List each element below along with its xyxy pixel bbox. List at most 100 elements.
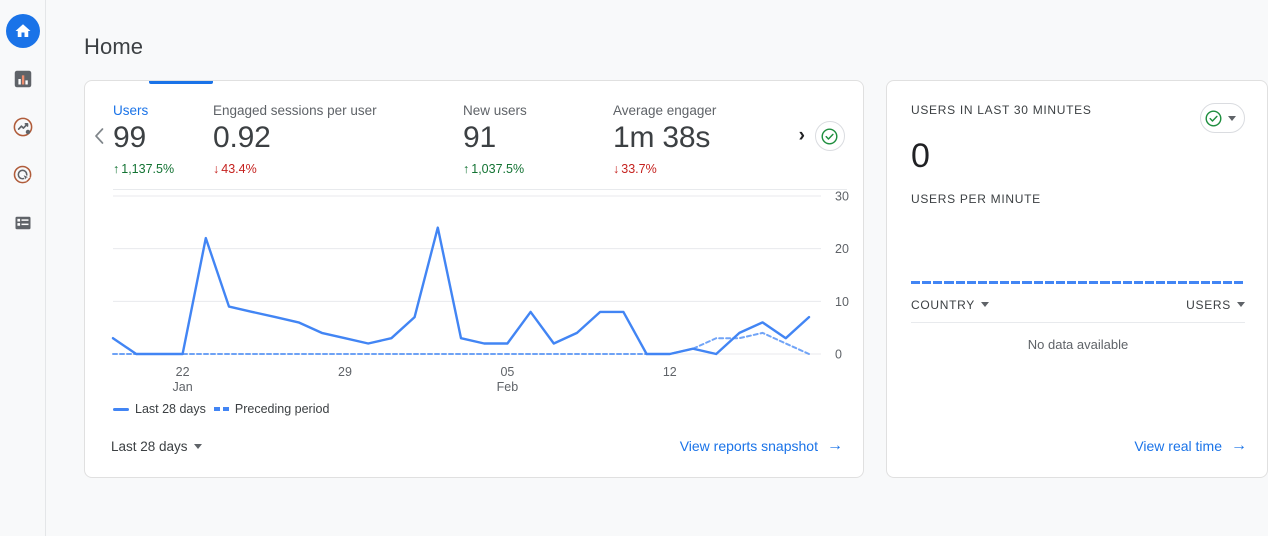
legend-item-preceding: Preceding period	[214, 402, 330, 416]
users-per-minute-bar	[911, 281, 920, 284]
overview-card-footer: Last 28 days View reports snapshot →	[85, 415, 863, 477]
column-header-country[interactable]: COUNTRY	[911, 298, 989, 312]
chart-canvas: 010203022Jan2905Feb12	[85, 190, 864, 396]
svg-text:Jan: Jan	[173, 380, 193, 394]
metrics-strip: Users 99 ↑1,137.5% Engaged sessions per …	[85, 81, 863, 189]
metric-tab-engaged-sessions-per-user[interactable]: Engaged sessions per user 0.92 ↓43.4%	[213, 103, 463, 176]
page-title: Home	[46, 0, 1268, 60]
check-circle-icon	[1204, 109, 1223, 128]
delta-arrow-icon: ↓	[213, 162, 219, 176]
view-reports-snapshot-link[interactable]: View reports snapshot →	[680, 437, 843, 455]
realtime-status-badge[interactable]	[1200, 103, 1245, 133]
legend-dashed-swatch	[214, 407, 229, 411]
users-line-chart[interactable]: 010203022Jan2905Feb12	[85, 190, 864, 396]
users-per-minute-bar	[1112, 281, 1121, 284]
date-range-selector[interactable]: Last 28 days	[111, 439, 202, 454]
svg-text:22: 22	[176, 365, 190, 379]
realtime-empty-message: No data available	[911, 323, 1245, 352]
metric-delta: ↓33.7%	[613, 162, 767, 176]
metric-value: 1m 38s	[613, 121, 767, 156]
users-per-minute-bar	[956, 281, 965, 284]
metric-label: Average engager	[613, 103, 767, 118]
explore-icon	[12, 116, 34, 138]
users-per-minute-bar	[1167, 281, 1176, 284]
chevron-left-icon	[93, 127, 106, 145]
home-icon	[14, 22, 32, 40]
metrics-prev-button[interactable]	[85, 103, 113, 145]
library-icon	[13, 213, 33, 233]
chevron-down-icon	[1228, 116, 1236, 121]
main-content: Home Users 99 ↑1,137.5%	[46, 0, 1268, 536]
date-range-label: Last 28 days	[111, 439, 188, 454]
metric-tab-new-users[interactable]: New users 91 ↑1,037.5%	[463, 103, 613, 176]
metric-tab-average-engagement-time[interactable]: Average engager 1m 38s ↓33.7%	[613, 103, 773, 176]
chart-legend: Last 28 days Preceding period	[85, 396, 863, 416]
delta-arrow-icon: ↑	[463, 162, 469, 176]
metrics-right-controls: ›	[799, 103, 863, 151]
metric-delta: ↑1,037.5%	[463, 162, 607, 176]
users-per-minute-bar	[1145, 281, 1154, 284]
svg-text:05: 05	[500, 365, 514, 379]
users-per-minute-bar	[1022, 281, 1031, 284]
primary-nav-rail	[0, 0, 46, 536]
chevron-down-icon	[1237, 302, 1245, 307]
users-per-minute-bar	[1034, 281, 1043, 284]
metric-delta: ↑1,137.5%	[113, 162, 207, 176]
users-per-minute-bar	[1089, 281, 1098, 284]
svg-text:10: 10	[835, 295, 849, 309]
bar-chart-icon	[12, 68, 34, 90]
svg-text:30: 30	[835, 190, 849, 204]
sidebar-item-library[interactable]	[6, 206, 40, 240]
users-per-minute-bar	[967, 281, 976, 284]
view-real-time-link[interactable]: View real time →	[1134, 437, 1247, 455]
users-per-minute-bar	[1178, 281, 1187, 284]
sidebar-item-advertising[interactable]	[6, 158, 40, 192]
delta-value: 1,037.5%	[471, 162, 524, 176]
delta-value: 43.4%	[221, 162, 256, 176]
metric-label: Users	[113, 103, 207, 118]
realtime-body: USERS IN LAST 30 MINUTES 0 USERS PER MIN…	[887, 81, 1267, 352]
link-label: View reports snapshot	[680, 438, 818, 454]
realtime-table-header: COUNTRY USERS	[911, 298, 1245, 323]
analytics-home-page: Home Users 99 ↑1,137.5%	[0, 0, 1268, 536]
sidebar-item-reports[interactable]	[6, 62, 40, 96]
metrics-next-button[interactable]: ›	[799, 125, 805, 147]
users-per-minute-bar	[1156, 281, 1165, 284]
users-per-minute-bar	[1189, 281, 1198, 284]
users-per-minute-bar	[1100, 281, 1109, 284]
column-header-users[interactable]: USERS	[1186, 298, 1245, 312]
metric-value: 0.92	[213, 121, 457, 156]
sidebar-item-home[interactable]	[6, 14, 40, 48]
users-per-minute-bar	[1123, 281, 1132, 284]
svg-text:20: 20	[835, 242, 849, 256]
chevron-down-icon	[981, 302, 989, 307]
users-per-minute-bar	[1000, 281, 1009, 284]
delta-arrow-icon: ↑	[113, 162, 119, 176]
metric-tab-users[interactable]: Users 99 ↑1,137.5%	[113, 103, 213, 176]
users-per-minute-bar	[1056, 281, 1065, 284]
delta-arrow-icon: ↓	[613, 162, 619, 176]
users-per-minute-bar	[1201, 281, 1210, 284]
legend-label: Last 28 days	[135, 402, 206, 416]
legend-item-current: Last 28 days	[113, 402, 206, 416]
legend-label: Preceding period	[235, 402, 330, 416]
users-per-minute-bar	[989, 281, 998, 284]
users-per-minute-bar	[1134, 281, 1143, 284]
svg-text:12: 12	[663, 365, 677, 379]
advertising-icon	[12, 164, 34, 186]
realtime-title: USERS IN LAST 30 MINUTES	[911, 103, 1092, 117]
users-per-minute-bar	[1212, 281, 1221, 284]
users-per-minute-bar	[1011, 281, 1020, 284]
cards-row: Users 99 ↑1,137.5% Engaged sessions per …	[46, 60, 1268, 478]
realtime-subtitle: USERS PER MINUTE	[911, 192, 1245, 206]
metric-delta: ↓43.4%	[213, 162, 457, 176]
arrow-right-icon: →	[827, 437, 843, 455]
svg-text:Feb: Feb	[497, 380, 519, 394]
data-status-badge[interactable]	[815, 121, 845, 151]
users-per-minute-bar	[1078, 281, 1087, 284]
users-per-minute-bars	[911, 220, 1245, 284]
sidebar-item-explore[interactable]	[6, 110, 40, 144]
realtime-header: USERS IN LAST 30 MINUTES	[911, 103, 1245, 133]
realtime-user-count: 0	[911, 135, 1245, 178]
users-per-minute-bar	[978, 281, 987, 284]
